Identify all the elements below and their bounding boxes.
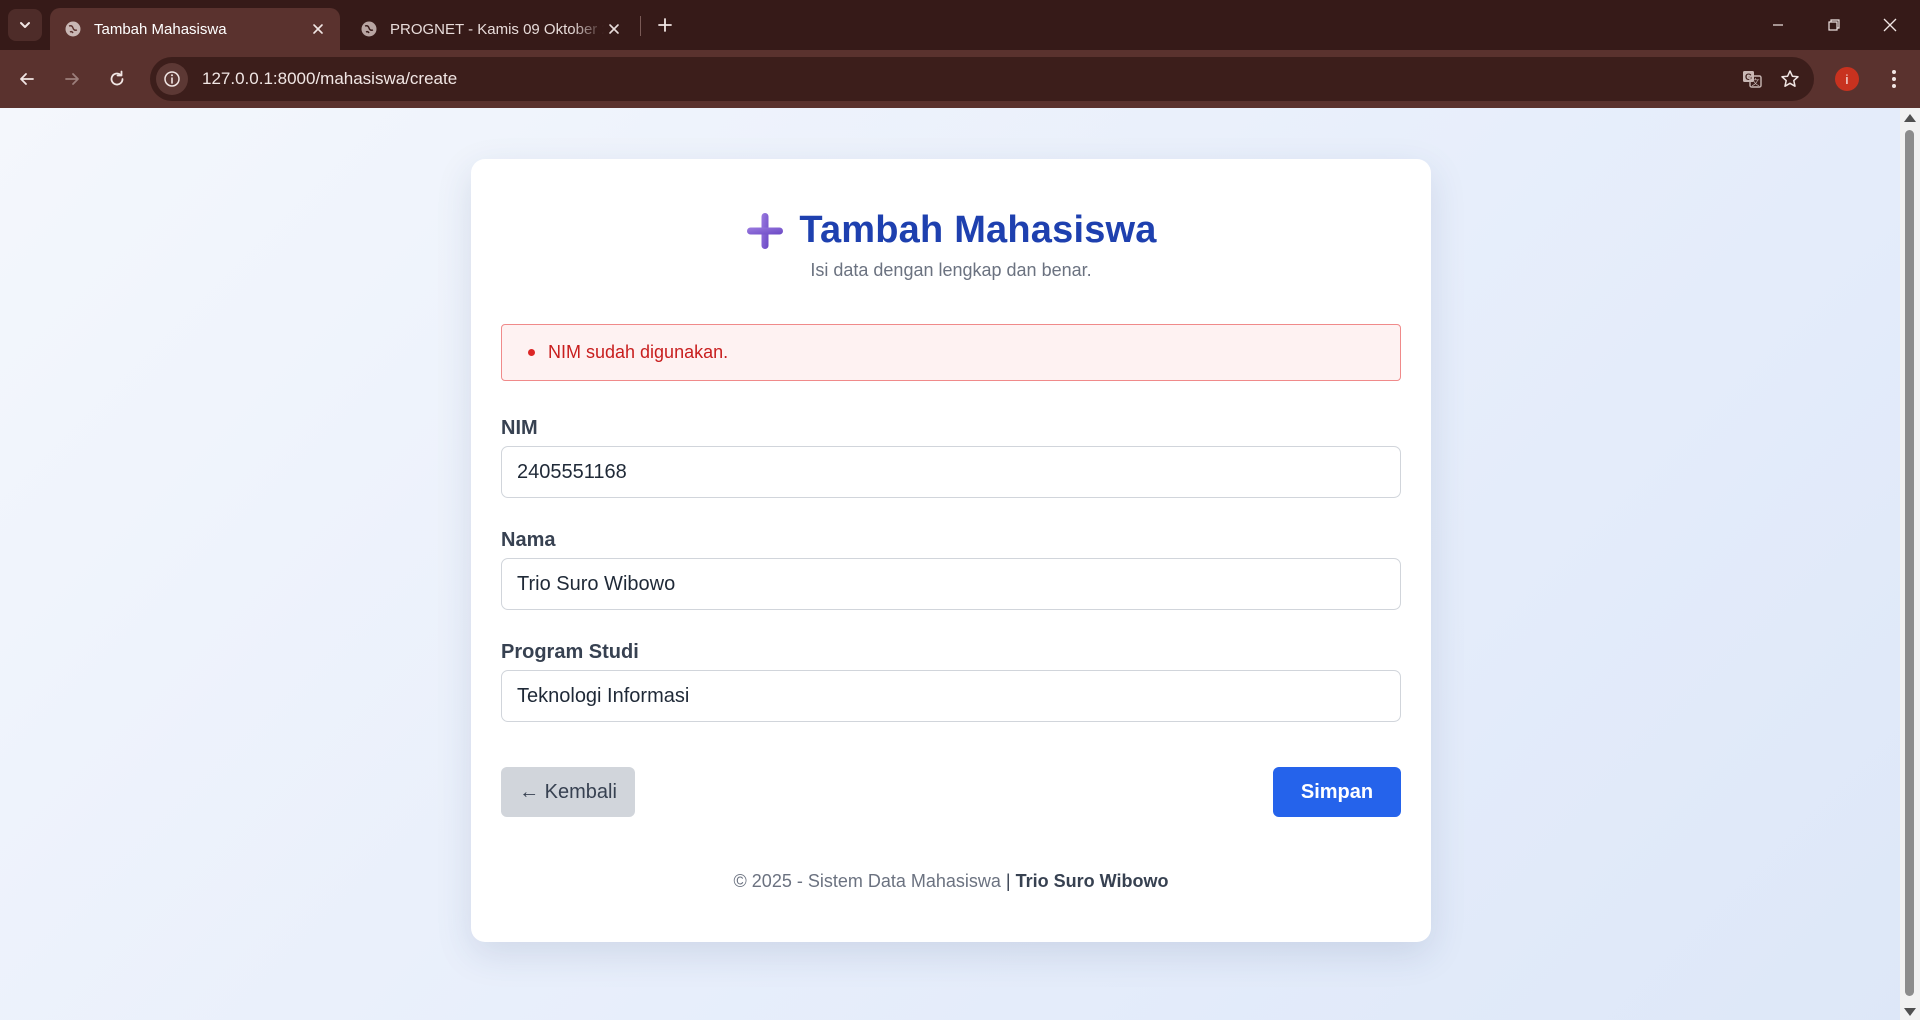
footer-separator: | [1005,871,1011,891]
title-row: Tambah Mahasiswa [471,209,1431,252]
close-icon [609,24,619,34]
url-text[interactable]: 127.0.0.1:8000/mahasiswa/create [202,69,457,89]
nama-input[interactable]: Trio Suro Wibowo [501,558,1401,610]
more-vertical-icon [1892,70,1896,88]
close-icon [313,24,323,34]
scroll-thumb[interactable] [1905,130,1914,996]
nim-input[interactable]: 2405551168 [501,446,1401,498]
back-link-button[interactable]: ← Kembali [501,767,635,817]
tab-prognet[interactable]: PROGNET - Kamis 09 Oktober 2025 [346,8,636,50]
star-icon [1781,70,1799,87]
footer: © 2025 - Sistem Data Mahasiswa | Trio Su… [471,871,1431,892]
tab-tambah-mahasiswa[interactable]: Tambah Mahasiswa [50,8,340,50]
footer-text: © 2025 - Sistem Data Mahasiswa [733,871,1001,891]
reload-button[interactable] [99,61,135,97]
minimize-icon [1773,24,1783,26]
tab-close-button[interactable] [308,19,328,39]
close-icon [1883,18,1897,32]
svg-text:文: 文 [1752,77,1760,87]
browser-menu-button[interactable] [1880,65,1908,93]
translate-button[interactable]: G文 [1736,63,1768,95]
tab-search-button[interactable] [8,9,42,41]
tab-title: Tambah Mahasiswa [94,20,227,38]
tab-divider [640,16,641,36]
tab-strip: Tambah Mahasiswa PROGNET - Kamis 09 Okto… [0,0,1920,50]
close-window-button[interactable] [1862,0,1918,50]
arrow-left-icon [20,73,34,85]
profile-avatar[interactable]: i [1835,67,1859,91]
forward-button[interactable] [54,61,90,97]
minimize-button[interactable] [1750,0,1806,50]
plus-icon [747,212,784,249]
page-subtitle: Isi data dengan lengkap dan benar. [810,260,1092,280]
browser-toolbar: 127.0.0.1:8000/mahasiswa/create G文 i [0,50,1920,108]
save-button[interactable]: Simpan [1273,767,1401,817]
prodi-label: Program Studi [501,641,639,663]
error-message: NIM sudah digunakan. [548,342,729,362]
arrow-right-icon [65,73,79,85]
card-header: Tambah Mahasiswa Isi data dengan lengkap… [471,209,1431,281]
restore-icon [1828,19,1840,31]
bookmark-button[interactable] [1774,63,1806,95]
nim-label: NIM [501,417,538,439]
bullet [528,349,535,356]
tab-title: PROGNET - Kamis 09 Oktober 2025 [390,20,604,38]
reload-icon [110,70,124,86]
new-tab-button[interactable] [650,10,680,40]
error-alert: NIM sudah digunakan. [501,324,1401,381]
address-bar[interactable]: 127.0.0.1:8000/mahasiswa/create G文 [150,57,1814,101]
chevron-down-icon [20,22,30,28]
plus-icon [658,18,672,32]
prodi-input[interactable]: Teknologi Informasi [501,670,1401,722]
translate-icon: G文 [1743,71,1762,88]
back-button[interactable] [9,61,45,97]
scroll-down-arrow[interactable] [1904,1008,1916,1016]
globe-icon [65,21,81,37]
site-info-button[interactable] [156,63,188,95]
scroll-up-arrow[interactable] [1904,114,1916,122]
info-icon [164,71,180,87]
form-card: Tambah Mahasiswa Isi data dengan lengkap… [471,159,1431,942]
footer-author: Trio Suro Wibowo [1015,871,1169,891]
tab-close-button[interactable] [604,19,624,39]
page-viewport: Tambah Mahasiswa Isi data dengan lengkap… [0,108,1920,1020]
restore-button[interactable] [1806,0,1862,50]
page-scrollbar[interactable] [1900,108,1920,1020]
page-title: Tambah Mahasiswa [799,209,1157,251]
nama-label: Nama [501,529,556,551]
globe-icon [361,21,377,37]
